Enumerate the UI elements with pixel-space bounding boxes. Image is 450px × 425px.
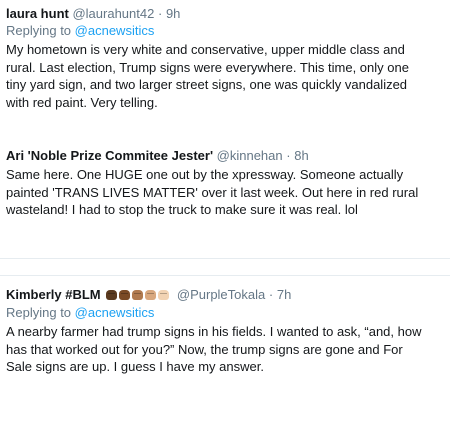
fist-emoji <box>158 290 170 300</box>
tweet-kinnehan[interactable]: Ari 'Noble Prize Commitee Jester' @kinne… <box>0 140 450 265</box>
tweet-purple-tokala[interactable]: Kimberly #BLM @PurpleTokala · 7h Replyin… <box>0 272 450 425</box>
user-handle[interactable]: @PurpleTokala <box>177 287 265 302</box>
tweet-text: A nearby farmer had trump signs in his f… <box>6 324 422 374</box>
tweet-header: Ari 'Noble Prize Commitee Jester' @kinne… <box>6 147 444 164</box>
replying-to: Replying to @acnewsitics <box>6 305 444 321</box>
tweet-laura-hunt[interactable]: laura hunt @laurahunt42 · 9h Replying to… <box>0 0 450 115</box>
user-handle[interactable]: @laurahunt42 <box>72 6 154 21</box>
tweet-text: Same here. One HUGE one out by the xpres… <box>6 167 419 217</box>
tweet-text: My hometown is very white and conservati… <box>6 42 409 110</box>
mention-link[interactable]: @acnewsitics <box>75 23 155 38</box>
display-name[interactable]: laura hunt <box>6 6 69 21</box>
timestamp[interactable]: 7h <box>277 287 291 302</box>
fist-emoji <box>145 290 157 300</box>
tweet-header: laura hunt @laurahunt42 · 9h <box>6 5 444 22</box>
fist-emoji <box>132 290 144 300</box>
replying-to-label: Replying to <box>6 305 72 320</box>
display-name[interactable]: Kimberly #BLM <box>6 287 101 302</box>
replying-to-label: Replying to <box>6 23 72 38</box>
divider <box>0 258 450 259</box>
raised-fist-icon <box>106 287 171 304</box>
timestamp[interactable]: 9h <box>166 6 180 21</box>
fist-emoji <box>106 290 118 300</box>
separator-dot: · <box>157 6 163 21</box>
user-handle[interactable]: @kinnehan <box>217 148 283 163</box>
separator-dot: · <box>268 287 274 302</box>
timestamp[interactable]: 8h <box>294 148 308 163</box>
fist-emoji <box>119 290 131 300</box>
replying-to: Replying to @acnewsitics <box>6 23 444 39</box>
mention-link[interactable]: @acnewsitics <box>75 305 155 320</box>
display-name[interactable]: Ari 'Noble Prize Commitee Jester' <box>6 148 213 163</box>
tweet-header: Kimberly #BLM @PurpleTokala · 7h <box>6 286 444 304</box>
separator-dot: · <box>286 148 291 163</box>
